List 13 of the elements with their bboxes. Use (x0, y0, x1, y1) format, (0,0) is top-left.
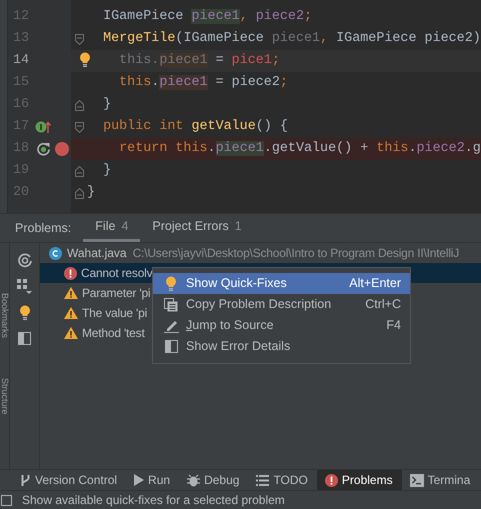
code-line: } (102, 96, 112, 114)
code-line: this.piece1 = pice1; (118, 52, 280, 70)
code-line: MergeTile(IGamePiece piece1, IGamePiece piece2) (102, 30, 481, 48)
code-line: } (87, 184, 96, 202)
code-line: return this.piece1.getValue() + this.piece2.g (118, 140, 481, 158)
file-path: C:\Users\jayvi\Desktop\School\Intro to Program Design II\IntelliJ (132, 245, 460, 262)
code-line: public int getValue() { (102, 118, 288, 136)
code-line: IGamePiece piece1, piece2; (102, 8, 312, 26)
code-line: this.piece1 = piece2; (118, 74, 288, 92)
code-line: } (102, 162, 112, 180)
line-number: 14 (13, 52, 29, 70)
status-text: Show available quick-fixes for a selected problem (22, 492, 285, 509)
panel-title: Problems: (15, 220, 72, 237)
